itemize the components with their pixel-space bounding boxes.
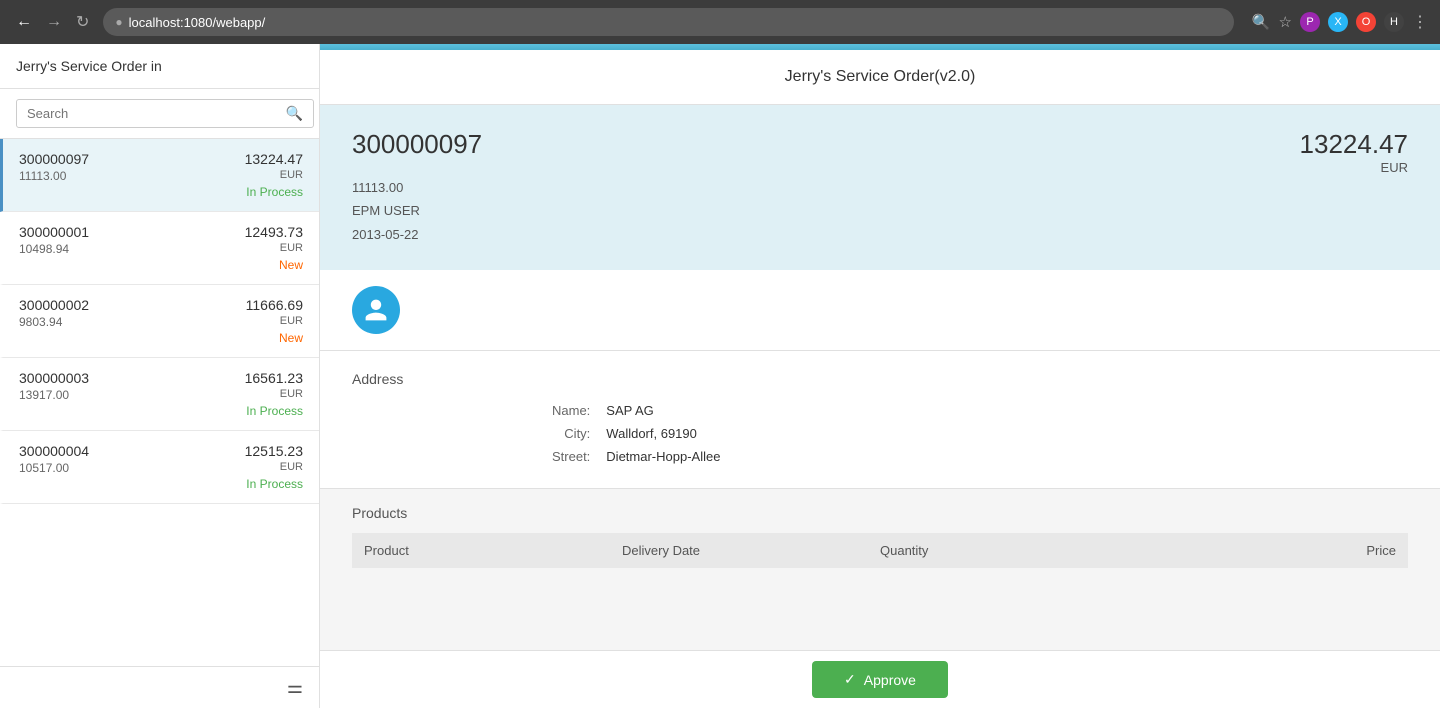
order-item-spacer: [19, 185, 243, 199]
order-item-id: 300000097: [19, 151, 243, 167]
order-item-spacer: [19, 258, 243, 272]
order-header-section: 300000097 11113.00 EPM USER 2013-05-22 1…: [320, 105, 1440, 270]
main-content: Jerry's Service Order(v2.0) 300000097 11…: [320, 44, 1440, 708]
order-item[interactable]: 300000003 16561.23 13917.00 EUR In Proce…: [0, 358, 319, 431]
order-item-amount: 16561.23: [245, 370, 303, 386]
refresh-button[interactable]: ↻: [72, 8, 93, 36]
profile-icon-1[interactable]: P: [1300, 12, 1320, 32]
browser-menu-button[interactable]: ⋮: [1412, 12, 1428, 32]
person-icon: [363, 297, 389, 323]
meta-line2: EPM USER: [352, 199, 482, 222]
grid-view-button[interactable]: ⚌: [287, 677, 303, 698]
order-item-currency: EUR: [245, 169, 303, 183]
order-item-status: In Process: [245, 404, 303, 418]
col-price: Price: [1138, 543, 1396, 558]
order-item-amount: 12493.73: [245, 224, 303, 240]
order-item-sub: 10498.94: [19, 242, 243, 256]
name-label: Name:: [552, 403, 590, 418]
order-item-spacer: [19, 477, 243, 491]
browser-chrome: ← → ↻ ● localhost:1080/webapp/ 🔍 ☆ P X O…: [0, 0, 1440, 44]
col-delivery-date: Delivery Date: [622, 543, 880, 558]
address-grid: Name: SAP AG City: Walldorf, 69190 Stree…: [352, 403, 1408, 464]
sidebar-title: Jerry's Service Order in: [0, 44, 319, 89]
order-item-currency: EUR: [245, 461, 303, 475]
contact-avatar[interactable]: [352, 286, 400, 334]
products-table-header: Product Delivery Date Quantity Price: [352, 533, 1408, 568]
approve-label: Approve: [864, 672, 916, 688]
sidebar: Jerry's Service Order in 🔍 300000097 132…: [0, 44, 320, 708]
order-item-id: 300000003: [19, 370, 243, 386]
detail-area: 300000097 11113.00 EPM USER 2013-05-22 1…: [320, 105, 1440, 650]
search-bar: 🔍: [0, 89, 319, 139]
order-item-spacer: [19, 404, 243, 418]
order-item-status: New: [246, 331, 303, 345]
order-item-id: 300000001: [19, 224, 243, 240]
order-item[interactable]: 300000004 12515.23 10517.00 EUR In Proce…: [0, 431, 319, 504]
products-title: Products: [352, 505, 1408, 521]
approve-bar: ✓ Approve: [320, 650, 1440, 708]
meta-line1: 11113.00: [352, 176, 482, 199]
order-header-left: 300000097 11113.00 EPM USER 2013-05-22: [352, 129, 482, 246]
order-item-sub: 11113.00: [19, 169, 243, 183]
street-value: Dietmar-Hopp-Allee: [606, 449, 1408, 464]
street-label: Street:: [552, 449, 590, 464]
lock-icon: ●: [115, 15, 122, 29]
approve-checkmark: ✓: [844, 671, 856, 688]
order-item[interactable]: 300000001 12493.73 10498.94 EUR New: [0, 212, 319, 285]
browser-search-button[interactable]: 🔍: [1252, 13, 1271, 31]
order-item-status: New: [245, 258, 303, 272]
order-item-status: In Process: [245, 185, 303, 199]
order-item-id: 300000002: [19, 297, 244, 313]
app-container: Jerry's Service Order in 🔍 300000097 132…: [0, 44, 1440, 708]
order-item-sub: 9803.94: [19, 315, 244, 329]
url-text: localhost:1080/webapp/: [129, 15, 266, 30]
bookmark-button[interactable]: ☆: [1279, 13, 1292, 31]
profile-icon-2[interactable]: X: [1328, 12, 1348, 32]
order-item[interactable]: 300000097 13224.47 11113.00 EUR In Proce…: [0, 139, 319, 212]
detail-order-id: 300000097: [352, 129, 482, 160]
order-item-sub: 10517.00: [19, 461, 243, 475]
order-header-right: 13224.47 EUR: [1300, 129, 1408, 175]
detail-amount: 13224.47: [1300, 129, 1408, 160]
order-item-currency: EUR: [245, 388, 303, 402]
search-button[interactable]: 🔍: [286, 105, 303, 122]
order-item-amount: 13224.47: [245, 151, 303, 167]
main-title: Jerry's Service Order(v2.0): [320, 50, 1440, 105]
order-item-amount: 12515.23: [245, 443, 303, 459]
city-value: Walldorf, 69190: [606, 426, 1408, 441]
approve-button[interactable]: ✓ Approve: [812, 661, 948, 698]
products-section: Products Product Delivery Date Quantity …: [320, 489, 1440, 568]
col-product: Product: [364, 543, 622, 558]
order-item-sub: 13917.00: [19, 388, 243, 402]
col-quantity: Quantity: [880, 543, 1138, 558]
order-list: 300000097 13224.47 11113.00 EUR In Proce…: [0, 139, 319, 666]
forward-button[interactable]: →: [42, 9, 66, 35]
meta-line3: 2013-05-22: [352, 223, 482, 246]
order-header-meta: 11113.00 EPM USER 2013-05-22: [352, 176, 482, 246]
address-bar[interactable]: ● localhost:1080/webapp/: [103, 8, 1233, 36]
order-item-currency: EUR: [246, 315, 303, 329]
address-section: Address Name: SAP AG City: Walldorf, 691…: [320, 351, 1440, 489]
contact-section: [320, 270, 1440, 351]
search-input[interactable]: [16, 99, 314, 128]
order-item-amount: 11666.69: [246, 297, 303, 313]
sidebar-footer: ⚌: [0, 666, 319, 708]
order-item-currency: EUR: [245, 242, 303, 256]
city-label: City:: [552, 426, 590, 441]
order-item[interactable]: 300000002 11666.69 9803.94 EUR New: [0, 285, 319, 358]
browser-actions: 🔍 ☆ P X O H ⋮: [1252, 12, 1428, 32]
order-item-spacer: [19, 331, 244, 345]
order-item-id: 300000004: [19, 443, 243, 459]
profile-icon-3[interactable]: O: [1356, 12, 1376, 32]
back-button[interactable]: ←: [12, 9, 36, 35]
nav-buttons: ← → ↻: [12, 8, 93, 36]
name-value: SAP AG: [606, 403, 1408, 418]
order-item-status: In Process: [245, 477, 303, 491]
detail-currency: EUR: [1300, 160, 1408, 175]
profile-icon-4[interactable]: H: [1384, 12, 1404, 32]
address-title: Address: [352, 371, 1408, 387]
